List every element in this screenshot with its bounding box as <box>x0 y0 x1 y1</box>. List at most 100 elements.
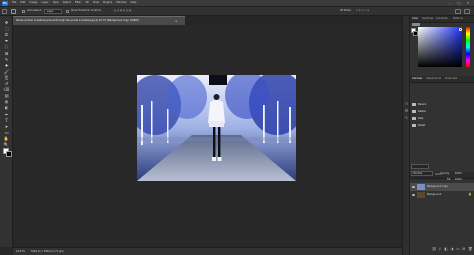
visibility-eye-icon[interactable] <box>411 193 415 196</box>
color-field[interactable] <box>418 27 462 67</box>
lasso-icon[interactable]: ᘏ <box>3 32 10 38</box>
quick-select-icon[interactable]: ⌯ <box>3 38 10 44</box>
status-bar: 16.67% 5464 px x 3640 px (72 ppi) <box>13 247 402 255</box>
transform-controls-checkbox[interactable] <box>66 10 69 13</box>
search-icon[interactable] <box>455 9 461 14</box>
library-folder[interactable]: Pallet <box>410 122 474 130</box>
pen-icon[interactable]: ✒ <box>3 112 10 118</box>
eraser-icon[interactable]: ⌫ <box>3 87 10 93</box>
color-panel-tabs: Color Swatches Gradients Patterns <box>410 16 474 23</box>
photoshop-logo-icon: Ps <box>2 1 8 6</box>
clone-stamp-icon[interactable]: ⎗ <box>3 75 10 81</box>
inverted-forest-photo <box>137 75 296 181</box>
tab-patterns[interactable]: Patterns <box>453 17 463 20</box>
close-window-icon[interactable]: ✕ <box>465 1 471 6</box>
menu-window[interactable]: Window <box>116 1 126 5</box>
tab-libraries[interactable]: Libraries <box>412 77 422 80</box>
crop-icon[interactable]: ⛶ <box>3 44 10 50</box>
auto-select-checkbox[interactable] <box>22 10 25 13</box>
background-color-chip[interactable] <box>413 31 418 36</box>
adjustment-layer-icon[interactable]: ◑ <box>450 247 454 251</box>
move-tool-icon[interactable] <box>11 9 16 14</box>
menu-filter[interactable]: Filter <box>75 1 81 5</box>
tab-properties[interactable]: Properties <box>445 77 457 80</box>
delete-layer-icon[interactable]: 🗑 <box>468 247 473 251</box>
new-group-icon[interactable]: ▭ <box>456 247 460 251</box>
auto-select-dropdown[interactable]: Layer <box>44 9 62 14</box>
color-picker-marker[interactable] <box>459 28 462 31</box>
eyedropper-icon[interactable]: ✎ <box>3 57 10 63</box>
brush-settings-icon[interactable]: ✎ <box>404 116 409 121</box>
more-icon[interactable]: … <box>3 148 10 154</box>
auto-select-value: Layer <box>47 10 54 14</box>
home-icon[interactable] <box>2 9 7 14</box>
library-folder-label: Pale <box>418 116 424 120</box>
fill-value[interactable]: 100% <box>455 178 462 181</box>
zoom-icon[interactable]: 🔍 <box>3 142 10 148</box>
visibility-eye-icon[interactable] <box>411 185 415 188</box>
workspace-icon[interactable] <box>464 9 470 14</box>
blend-mode-value: Normal <box>413 172 423 176</box>
folder-icon <box>412 124 416 127</box>
menu-file[interactable]: File <box>12 1 16 5</box>
layer-style-icon[interactable]: ƒ <box>438 247 442 251</box>
tab-gradients[interactable]: Gradients <box>436 17 448 20</box>
layer-row[interactable]: Background 🔒 <box>410 191 474 199</box>
3d-mode-label: 3D Mode: <box>340 9 352 12</box>
minimize-icon[interactable]: – <box>447 1 453 6</box>
document-tab[interactable]: Teenie woman is walking around through t… <box>13 16 185 25</box>
transform-controls-label: Show Transform Controls <box>71 9 101 12</box>
menu-layer[interactable]: Layer <box>42 1 49 5</box>
document-info[interactable]: 5464 px x 3640 px (72 ppi) <box>31 250 64 253</box>
link-layers-icon[interactable]: ⛓ <box>432 247 437 251</box>
menu-edit[interactable]: Edit <box>20 1 25 5</box>
close-tab-icon[interactable]: × <box>175 19 178 23</box>
tab-swatches[interactable]: Swatches <box>422 17 433 20</box>
hue-slider[interactable] <box>466 27 470 67</box>
layer-thumbnail <box>417 192 425 198</box>
menu-list: File Edit Image Layer Type Select Filter… <box>12 1 137 5</box>
history-brush-icon[interactable]: ↺ <box>3 81 10 87</box>
folder-icon <box>412 103 416 106</box>
tab-adjustments[interactable]: Adjustments <box>426 77 441 80</box>
hand-icon[interactable]: ✋ <box>3 136 10 142</box>
layer-name: Background <box>427 192 442 196</box>
auto-select-label: Auto-Select: <box>27 9 42 12</box>
menu-select[interactable]: Select <box>63 1 71 5</box>
library-folder-label: Pastel <box>418 109 426 113</box>
blend-mode-dropdown[interactable]: Normal <box>411 171 433 176</box>
new-layer-icon[interactable]: ⊞ <box>462 247 466 251</box>
blur-icon[interactable]: ◍ <box>3 99 10 105</box>
menu-type[interactable]: Type <box>53 1 59 5</box>
gradient-icon[interactable]: ▤ <box>3 93 10 99</box>
healing-icon[interactable]: ✚ <box>3 63 10 69</box>
menu-view[interactable]: View <box>93 1 99 5</box>
dodge-icon[interactable]: ◐ <box>3 105 10 111</box>
tab-color[interactable]: Color <box>412 17 418 20</box>
history-icon[interactable]: ⏱ <box>404 102 409 107</box>
menu-image[interactable]: Image <box>29 1 37 5</box>
marquee-icon[interactable]: ⬚ <box>3 26 10 32</box>
path-select-icon[interactable]: ➤ <box>3 124 10 130</box>
type-icon[interactable]: T <box>3 118 10 124</box>
properties-icon[interactable]: ☰ <box>404 109 409 114</box>
tab-underline <box>412 23 420 26</box>
layer-mask-icon[interactable]: ◧ <box>444 247 448 251</box>
folder-icon <box>412 110 416 113</box>
frame-icon[interactable]: ⊠ <box>3 51 10 57</box>
maximize-icon[interactable]: □ <box>456 1 462 6</box>
folder-icon <box>412 117 416 120</box>
menu-3d[interactable]: 3D <box>85 1 89 5</box>
menu-help[interactable]: Help <box>131 1 137 5</box>
align-icons[interactable]: ▤ ▥ ▦ ▧ ▨ ▩ ··· <box>114 9 134 12</box>
zoom-level[interactable]: 16.67% <box>16 250 25 253</box>
opacity-value[interactable]: 100% <box>455 172 462 175</box>
rectangle-icon[interactable]: ▭ <box>3 130 10 136</box>
3d-mode-icons[interactable]: ⟲ ✥ ⇲ ⤢ ⊕ <box>356 9 369 12</box>
brush-icon[interactable]: 🖌 <box>3 69 10 75</box>
document-image[interactable] <box>137 75 296 181</box>
layer-row[interactable]: Background copy <box>410 183 474 191</box>
move-icon[interactable]: ✥ <box>3 20 10 26</box>
menu-plugins[interactable]: Plugins <box>103 1 112 5</box>
layer-filter-dropdown[interactable] <box>411 164 429 169</box>
